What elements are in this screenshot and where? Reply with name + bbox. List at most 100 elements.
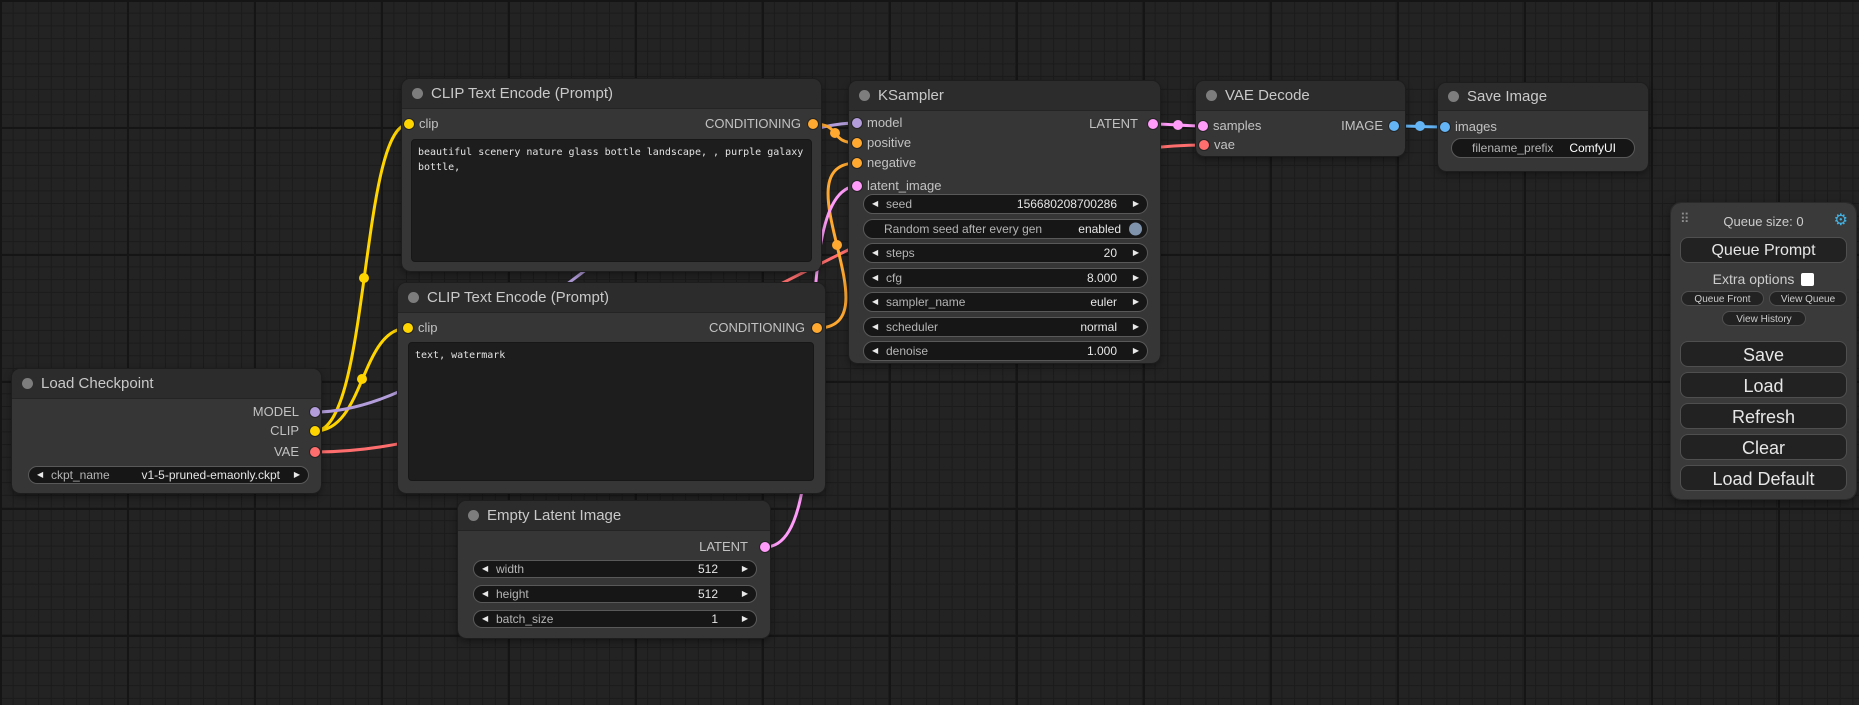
node-title-bar[interactable]: Load Checkpoint [12, 369, 321, 399]
decrement-arrow-icon[interactable]: ◀ [872, 274, 878, 282]
extra-options-row[interactable]: Extra options [1671, 271, 1856, 287]
node-graph-canvas[interactable]: Load Checkpoint MODEL CLIP VAE ◀ ckpt_na… [0, 0, 1859, 705]
view-history-button[interactable]: View History [1722, 311, 1806, 326]
input-port-clip[interactable] [403, 323, 413, 333]
collapse-dot-icon[interactable] [859, 90, 870, 101]
output-port-latent[interactable] [760, 542, 770, 552]
increment-arrow-icon[interactable]: ▶ [1133, 274, 1139, 282]
widget-label: filename_prefix [1472, 141, 1553, 155]
clear-button[interactable]: Clear [1680, 434, 1847, 460]
decrement-arrow-icon[interactable]: ◀ [482, 615, 488, 623]
load-default-button[interactable]: Load Default [1680, 465, 1847, 491]
output-label-image: IMAGE [1341, 118, 1383, 134]
input-port-positive[interactable] [852, 138, 862, 148]
input-port-model[interactable] [852, 118, 862, 128]
increment-arrow-icon[interactable]: ▶ [742, 565, 748, 573]
input-port-clip[interactable] [404, 119, 414, 129]
output-port-conditioning[interactable] [812, 323, 822, 333]
widget-denoise[interactable]: ◀ denoise 1.000 ▶ [863, 341, 1148, 361]
input-label-latent-image: latent_image [867, 178, 941, 194]
widget-seed[interactable]: ◀ seed 156680208700286 ▶ [863, 194, 1148, 214]
output-port-image[interactable] [1389, 121, 1399, 131]
node-save-image[interactable]: Save Image images filename_prefix ComfyU… [1438, 83, 1648, 171]
widget-label: cfg [886, 271, 902, 285]
input-port-latent-image[interactable] [852, 181, 862, 191]
node-title-bar[interactable]: Save Image [1438, 83, 1648, 111]
widget-width[interactable]: ◀ width 512 ▶ [473, 560, 757, 578]
widget-label: scheduler [886, 320, 938, 334]
prompt-textarea[interactable]: text, watermark [408, 342, 814, 481]
widget-scheduler[interactable]: ◀ scheduler normal ▶ [863, 317, 1148, 337]
view-queue-button[interactable]: View Queue [1769, 291, 1847, 306]
input-port-samples[interactable] [1198, 121, 1208, 131]
increment-arrow-icon[interactable]: ▶ [294, 471, 300, 479]
input-port-negative[interactable] [852, 158, 862, 168]
settings-gear-icon[interactable]: ⚙ [1834, 210, 1848, 230]
widget-value: 156680208700286 [1017, 197, 1117, 211]
toggle-icon[interactable] [1129, 223, 1142, 236]
input-label-model: model [867, 115, 902, 131]
output-port-model[interactable] [310, 407, 320, 417]
widget-cfg[interactable]: ◀ cfg 8.000 ▶ [863, 268, 1148, 288]
queue-prompt-button[interactable]: Queue Prompt [1680, 237, 1847, 263]
increment-arrow-icon[interactable]: ▶ [1133, 298, 1139, 306]
decrement-arrow-icon[interactable]: ◀ [37, 471, 43, 479]
widget-filename-prefix[interactable]: filename_prefix ComfyUI [1451, 138, 1635, 158]
node-ksampler[interactable]: KSampler model positive negative latent_… [849, 81, 1160, 363]
increment-arrow-icon[interactable]: ▶ [1133, 347, 1139, 355]
collapse-dot-icon[interactable] [22, 378, 33, 389]
decrement-arrow-icon[interactable]: ◀ [872, 323, 878, 331]
node-title-bar[interactable]: VAE Decode [1196, 81, 1405, 111]
input-label-clip: clip [418, 320, 438, 336]
decrement-arrow-icon[interactable]: ◀ [872, 200, 878, 208]
refresh-button[interactable]: Refresh [1680, 403, 1847, 429]
collapse-dot-icon[interactable] [468, 510, 479, 521]
increment-arrow-icon[interactable]: ▶ [1133, 249, 1139, 257]
increment-arrow-icon[interactable]: ▶ [1133, 323, 1139, 331]
widget-label: seed [886, 197, 912, 211]
decrement-arrow-icon[interactable]: ◀ [482, 590, 488, 598]
collapse-dot-icon[interactable] [1448, 91, 1459, 102]
increment-arrow-icon[interactable]: ▶ [742, 615, 748, 623]
node-title-bar[interactable]: KSampler [849, 81, 1160, 111]
input-port-vae[interactable] [1199, 140, 1209, 150]
output-port-conditioning[interactable] [808, 119, 818, 129]
load-button[interactable]: Load [1680, 372, 1847, 398]
node-title-bar[interactable]: CLIP Text Encode (Prompt) [398, 283, 825, 313]
node-clip-text-encode-negative[interactable]: CLIP Text Encode (Prompt) clip CONDITION… [398, 283, 825, 493]
decrement-arrow-icon[interactable]: ◀ [482, 565, 488, 573]
decrement-arrow-icon[interactable]: ◀ [872, 347, 878, 355]
node-title: CLIP Text Encode (Prompt) [427, 289, 609, 306]
prompt-textarea[interactable]: beautiful scenery nature glass bottle la… [411, 139, 812, 262]
widget-value: 512 [698, 562, 718, 576]
widget-steps[interactable]: ◀ steps 20 ▶ [863, 243, 1148, 263]
node-empty-latent-image[interactable]: Empty Latent Image LATENT ◀ width 512 ▶ … [458, 501, 770, 638]
node-clip-text-encode-positive[interactable]: CLIP Text Encode (Prompt) clip CONDITION… [402, 79, 821, 271]
queue-panel[interactable]: ⠿ Queue size: 0 ⚙ Queue Prompt Extra opt… [1671, 203, 1856, 499]
node-title-bar[interactable]: Empty Latent Image [458, 501, 770, 531]
increment-arrow-icon[interactable]: ▶ [1133, 200, 1139, 208]
collapse-dot-icon[interactable] [408, 292, 419, 303]
widget-ckpt-name[interactable]: ◀ ckpt_name v1-5-pruned-emaonly.ckpt ▶ [28, 466, 309, 484]
widget-value: enabled [1078, 222, 1121, 236]
input-port-images[interactable] [1440, 122, 1450, 132]
node-load-checkpoint[interactable]: Load Checkpoint MODEL CLIP VAE ◀ ckpt_na… [12, 369, 321, 493]
increment-arrow-icon[interactable]: ▶ [742, 590, 748, 598]
node-title-bar[interactable]: CLIP Text Encode (Prompt) [402, 79, 821, 109]
widget-random-seed-toggle[interactable]: Random seed after every gen enabled [863, 219, 1148, 239]
decrement-arrow-icon[interactable]: ◀ [872, 298, 878, 306]
output-port-vae[interactable] [310, 447, 320, 457]
extra-options-checkbox[interactable] [1801, 273, 1814, 286]
widget-height[interactable]: ◀ height 512 ▶ [473, 585, 757, 603]
node-vae-decode[interactable]: VAE Decode samples vae IMAGE [1196, 81, 1405, 156]
widget-batch-size[interactable]: ◀ batch_size 1 ▶ [473, 610, 757, 628]
widget-sampler-name[interactable]: ◀ sampler_name euler ▶ [863, 292, 1148, 312]
node-title: VAE Decode [1225, 87, 1310, 104]
queue-front-button[interactable]: Queue Front [1681, 291, 1764, 306]
save-button[interactable]: Save [1680, 341, 1847, 367]
decrement-arrow-icon[interactable]: ◀ [872, 249, 878, 257]
collapse-dot-icon[interactable] [1206, 90, 1217, 101]
output-port-clip[interactable] [310, 426, 320, 436]
output-port-latent[interactable] [1148, 119, 1158, 129]
collapse-dot-icon[interactable] [412, 88, 423, 99]
